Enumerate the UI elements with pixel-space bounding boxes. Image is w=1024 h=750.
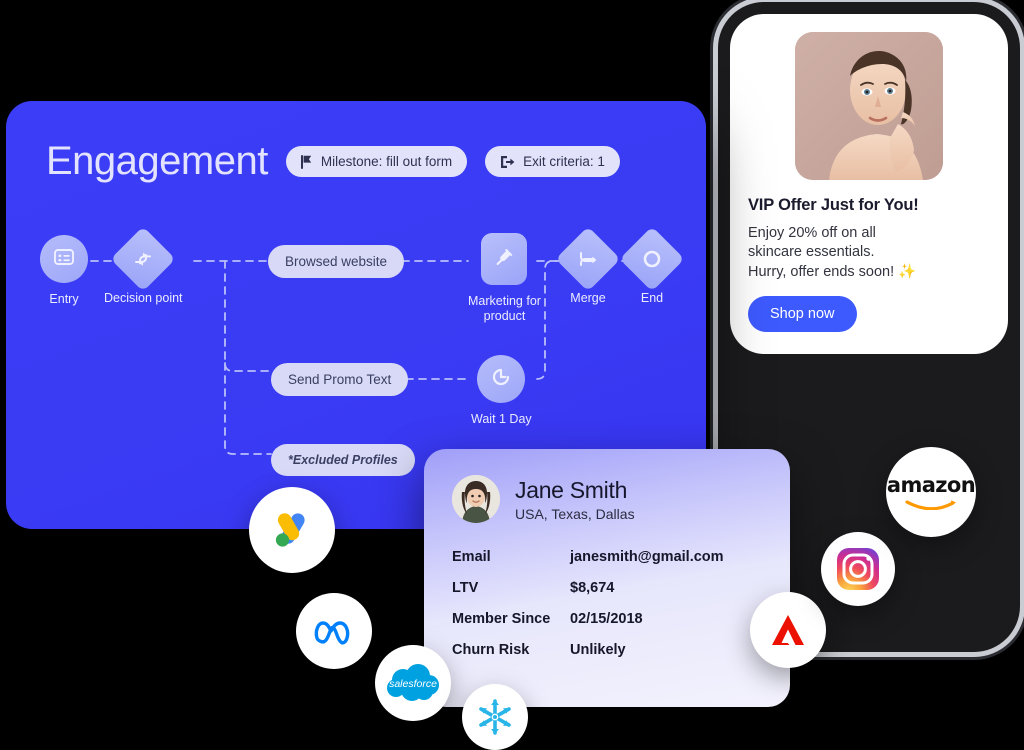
exit-criteria-label: Exit criteria: 1 bbox=[523, 154, 605, 169]
tag-send-promo-text[interactable]: Send Promo Text bbox=[271, 363, 409, 396]
row-key: Email bbox=[452, 549, 491, 565]
wait-shape bbox=[477, 355, 526, 403]
push-notification-card: VIP Offer Just for You! Enjoy 20% off on… bbox=[730, 14, 1008, 354]
profile-attributes: Email janesmith@gmail.com LTV $8,674 Mem… bbox=[452, 549, 790, 658]
node-entry[interactable]: Entry bbox=[40, 235, 88, 307]
amazon-smile-icon bbox=[905, 499, 956, 510]
shop-now-button[interactable]: Shop now bbox=[748, 295, 857, 332]
google-ads-logo-badge[interactable] bbox=[249, 487, 335, 573]
table-row: Email janesmith@gmail.com bbox=[452, 549, 790, 565]
row-value: janesmith@gmail.com bbox=[570, 549, 724, 565]
row-key: LTV bbox=[452, 580, 479, 596]
customer-profile-card: Jane Smith USA, Texas, Dallas Email jane… bbox=[424, 449, 790, 707]
node-wait-1-day[interactable]: Wait 1 Day bbox=[471, 355, 532, 427]
node-label: End bbox=[640, 291, 664, 305]
meta-icon bbox=[314, 621, 350, 645]
node-label: Entry bbox=[49, 292, 79, 306]
amazon-logo-badge[interactable]: amazon bbox=[886, 447, 976, 537]
merge-icon bbox=[580, 252, 597, 266]
profile-location: USA, Texas, Dallas bbox=[515, 505, 635, 522]
milestone-label: Milestone: fill out form bbox=[320, 154, 453, 169]
google-ads-icon bbox=[275, 513, 305, 547]
salesforce-logo-badge[interactable]: salesforce bbox=[375, 645, 451, 721]
merge-shape bbox=[555, 226, 621, 292]
decision-shape bbox=[110, 226, 176, 292]
profile-identity: Jane Smith USA, Texas, Dallas bbox=[515, 477, 635, 522]
salesforce-wordmark: salesforce bbox=[389, 678, 437, 690]
row-value: 02/15/2018 bbox=[570, 611, 643, 627]
branch-icon bbox=[135, 252, 152, 266]
push-hero-image bbox=[795, 32, 943, 180]
row-value: $8,674 bbox=[570, 580, 615, 596]
entry-shape bbox=[40, 235, 88, 283]
tag-browsed-website[interactable]: Browsed website bbox=[268, 245, 405, 278]
model-photo bbox=[795, 32, 943, 180]
row-key: Churn Risk bbox=[452, 642, 530, 658]
tag-excluded-profiles[interactable]: *Excluded Profiles bbox=[271, 444, 415, 476]
node-decision-point[interactable]: Decision point bbox=[104, 226, 183, 306]
milestone-pill[interactable]: Milestone: fill out form bbox=[285, 146, 468, 177]
node-end[interactable]: End bbox=[619, 226, 685, 306]
row-key: Member Since bbox=[452, 611, 551, 627]
snowflake-icon bbox=[479, 699, 511, 735]
instagram-icon bbox=[837, 548, 879, 590]
ring-icon bbox=[643, 250, 661, 268]
node-merge[interactable]: Merge bbox=[555, 226, 621, 306]
row-value: Unlikely bbox=[570, 642, 626, 658]
adobe-logo-badge[interactable] bbox=[750, 592, 826, 668]
tag-label: *Excluded Profiles bbox=[288, 453, 398, 467]
instagram-logo-badge[interactable] bbox=[821, 532, 895, 606]
node-label: Merge bbox=[570, 291, 606, 305]
flow-header: Engagement Milestone: fill out form Exit… bbox=[46, 139, 676, 184]
adobe-icon bbox=[772, 615, 804, 645]
end-shape bbox=[619, 226, 685, 292]
push-body: Enjoy 20% off on all skincare essentials… bbox=[748, 225, 917, 280]
salesforce-icon: salesforce bbox=[386, 663, 440, 703]
tag-label: Browsed website bbox=[285, 254, 388, 269]
profile-header: Jane Smith USA, Texas, Dallas bbox=[424, 449, 790, 523]
plug-icon bbox=[492, 245, 516, 274]
node-label: Decision point bbox=[104, 291, 183, 305]
amazon-wordmark: amazon bbox=[886, 472, 976, 497]
page-title: Engagement bbox=[46, 139, 268, 183]
profile-name: Jane Smith bbox=[515, 476, 628, 503]
scene: VIP Offer Just for You! Enjoy 20% off on… bbox=[0, 0, 1024, 750]
avatar-photo bbox=[452, 475, 500, 523]
node-label: Marketing for product bbox=[468, 294, 541, 323]
form-icon bbox=[53, 246, 75, 273]
push-title: VIP Offer Just for You! bbox=[748, 196, 919, 214]
tag-label: Send Promo Text bbox=[288, 372, 392, 387]
node-marketing-for-product[interactable]: Marketing for product bbox=[468, 233, 541, 324]
timer-icon bbox=[489, 365, 513, 394]
table-row: Churn Risk Unlikely bbox=[452, 642, 790, 658]
avatar bbox=[452, 475, 500, 523]
table-row: Member Since 02/15/2018 bbox=[452, 611, 790, 627]
table-row: LTV $8,674 bbox=[452, 580, 790, 596]
meta-logo-badge[interactable] bbox=[296, 593, 372, 669]
exit-icon bbox=[500, 155, 515, 169]
exit-criteria-pill[interactable]: Exit criteria: 1 bbox=[485, 146, 620, 177]
node-label: Wait 1 Day bbox=[471, 412, 532, 426]
snowflake-logo-badge[interactable] bbox=[462, 684, 528, 750]
flag-icon bbox=[300, 154, 313, 169]
marketing-shape bbox=[481, 233, 528, 285]
